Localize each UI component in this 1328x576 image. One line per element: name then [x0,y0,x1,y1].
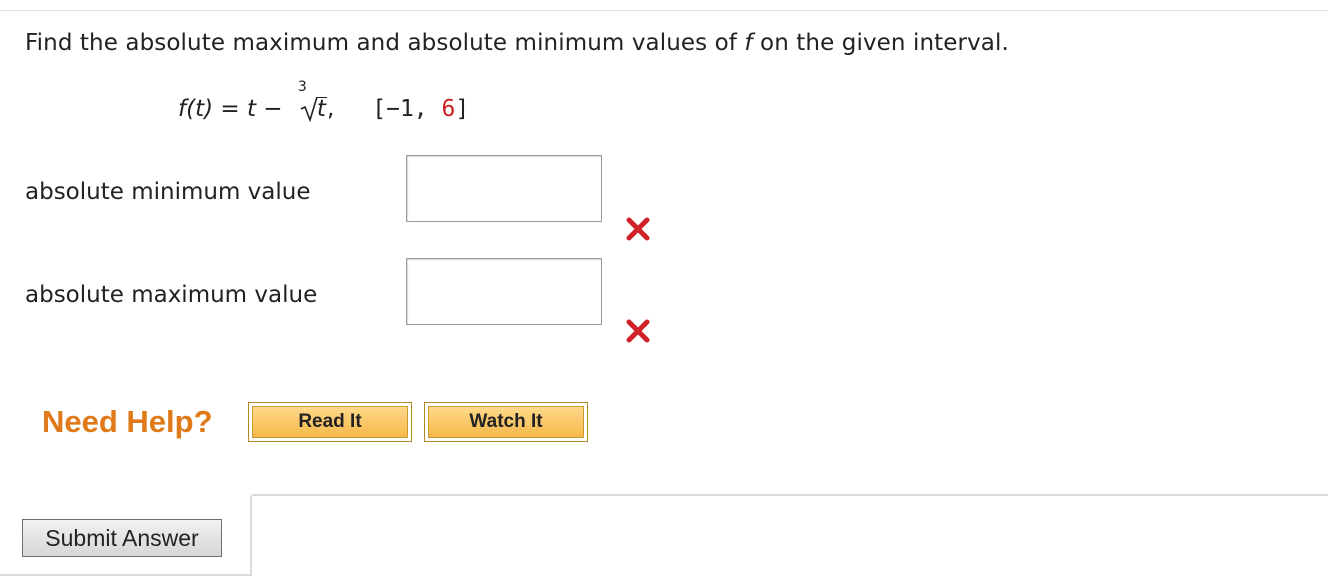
question-prompt: Find the absolute maximum and absolute m… [25,28,1009,58]
interval-close: ] [455,96,470,122]
need-help-heading: Need Help? [42,404,213,439]
question-page: Find the absolute maximum and absolute m… [0,0,1328,576]
top-divider [0,10,1328,11]
function-formula: f(t) = t − 3 t, [−1, 6] [178,80,470,127]
submit-answer-button[interactable]: Submit Answer [22,519,222,557]
question-prefix: Find the absolute maximum and absolute m… [25,30,745,56]
watch-it-button[interactable]: Watch It [424,402,588,442]
formula-t-term: t [246,96,256,122]
absolute-maximum-label: absolute maximum value [25,282,318,308]
absolute-maximum-input[interactable] [406,258,602,325]
formula-minus: − [256,96,290,122]
absolute-minimum-input[interactable] [406,155,602,222]
interval-open: [−1, [372,96,442,122]
absolute-minimum-label: absolute minimum value [25,179,311,205]
read-it-button[interactable]: Read It [248,402,412,442]
question-suffix: on the given interval. [752,30,1009,56]
formula-lhs: f(t) [178,96,214,122]
submit-area-frame [250,494,1328,576]
interval-end: 6 [441,96,456,122]
formula-comma: , [326,96,335,122]
watch-it-label: Watch It [428,406,584,438]
radical-sign-icon [300,96,318,122]
cube-root: 3t [298,80,327,127]
read-it-label: Read It [252,406,408,438]
function-variable: f [744,30,753,56]
incorrect-x-icon [626,217,650,241]
incorrect-x-icon [626,319,650,343]
formula-equals: = [213,96,247,122]
